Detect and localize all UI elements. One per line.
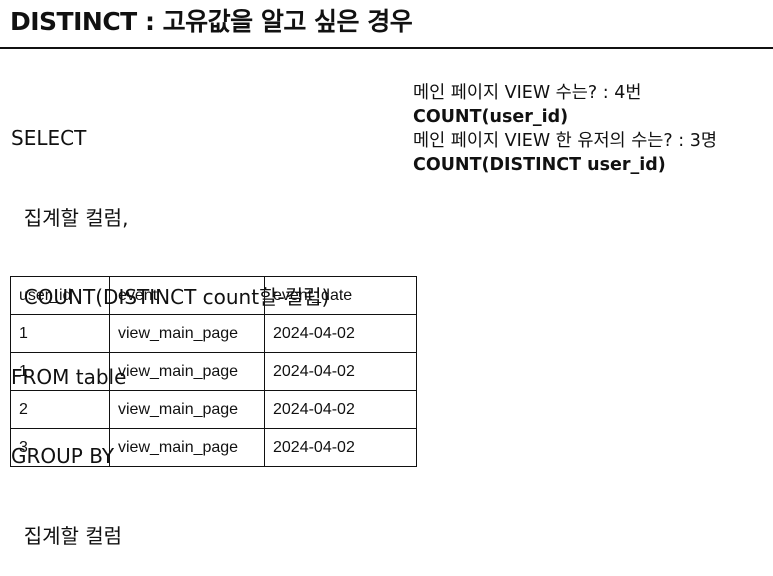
- notes-block: 메인 페이지 VIEW 수는? : 4번 COUNT(user_id) 메인 페…: [413, 81, 717, 177]
- cell-event: view_main_page: [109, 352, 265, 391]
- cell-event: view_main_page: [109, 314, 265, 353]
- cell-event-date: 2024-04-02: [264, 314, 417, 353]
- table-row: 2 view_main_page 2024-04-02: [10, 390, 417, 429]
- column-header-user-id: user_id: [10, 276, 110, 315]
- table-header-row: user_id event event_date: [10, 276, 417, 315]
- sql-line: SELECT: [11, 126, 87, 150]
- sql-line: 집계할 컬럼,: [11, 205, 129, 230]
- note-answer-count: COUNT(user_id): [413, 107, 569, 127]
- note-question-user-count: 메인 페이지 VIEW 한 유저의 수는? : 3명: [413, 131, 717, 151]
- cell-event-date: 2024-04-02: [264, 352, 417, 391]
- cell-user-id: 1: [10, 352, 110, 391]
- column-header-event-date: event_date: [264, 276, 417, 315]
- cell-user-id: 1: [10, 314, 110, 353]
- cell-event-date: 2024-04-02: [264, 428, 417, 467]
- event-table: user_id event event_date 1 view_main_pag…: [10, 276, 417, 467]
- cell-event: view_main_page: [109, 390, 265, 429]
- sql-line: 집계할 컬럼: [11, 523, 123, 548]
- table-row: 1 view_main_page 2024-04-02: [10, 314, 417, 353]
- table-row: 3 view_main_page 2024-04-02: [10, 428, 417, 467]
- cell-user-id: 3: [10, 428, 110, 467]
- column-header-event: event: [109, 276, 265, 315]
- title-divider: [0, 47, 773, 49]
- cell-event: view_main_page: [109, 428, 265, 467]
- cell-user-id: 2: [10, 390, 110, 429]
- table-row: 1 view_main_page 2024-04-02: [10, 352, 417, 391]
- slide-title: DISTINCT : 고유값을 알고 싶은 경우: [10, 7, 413, 36]
- cell-event-date: 2024-04-02: [264, 390, 417, 429]
- note-answer-count-distinct: COUNT(DISTINCT user_id): [413, 155, 666, 175]
- note-question-view-count: 메인 페이지 VIEW 수는? : 4번: [413, 83, 642, 103]
